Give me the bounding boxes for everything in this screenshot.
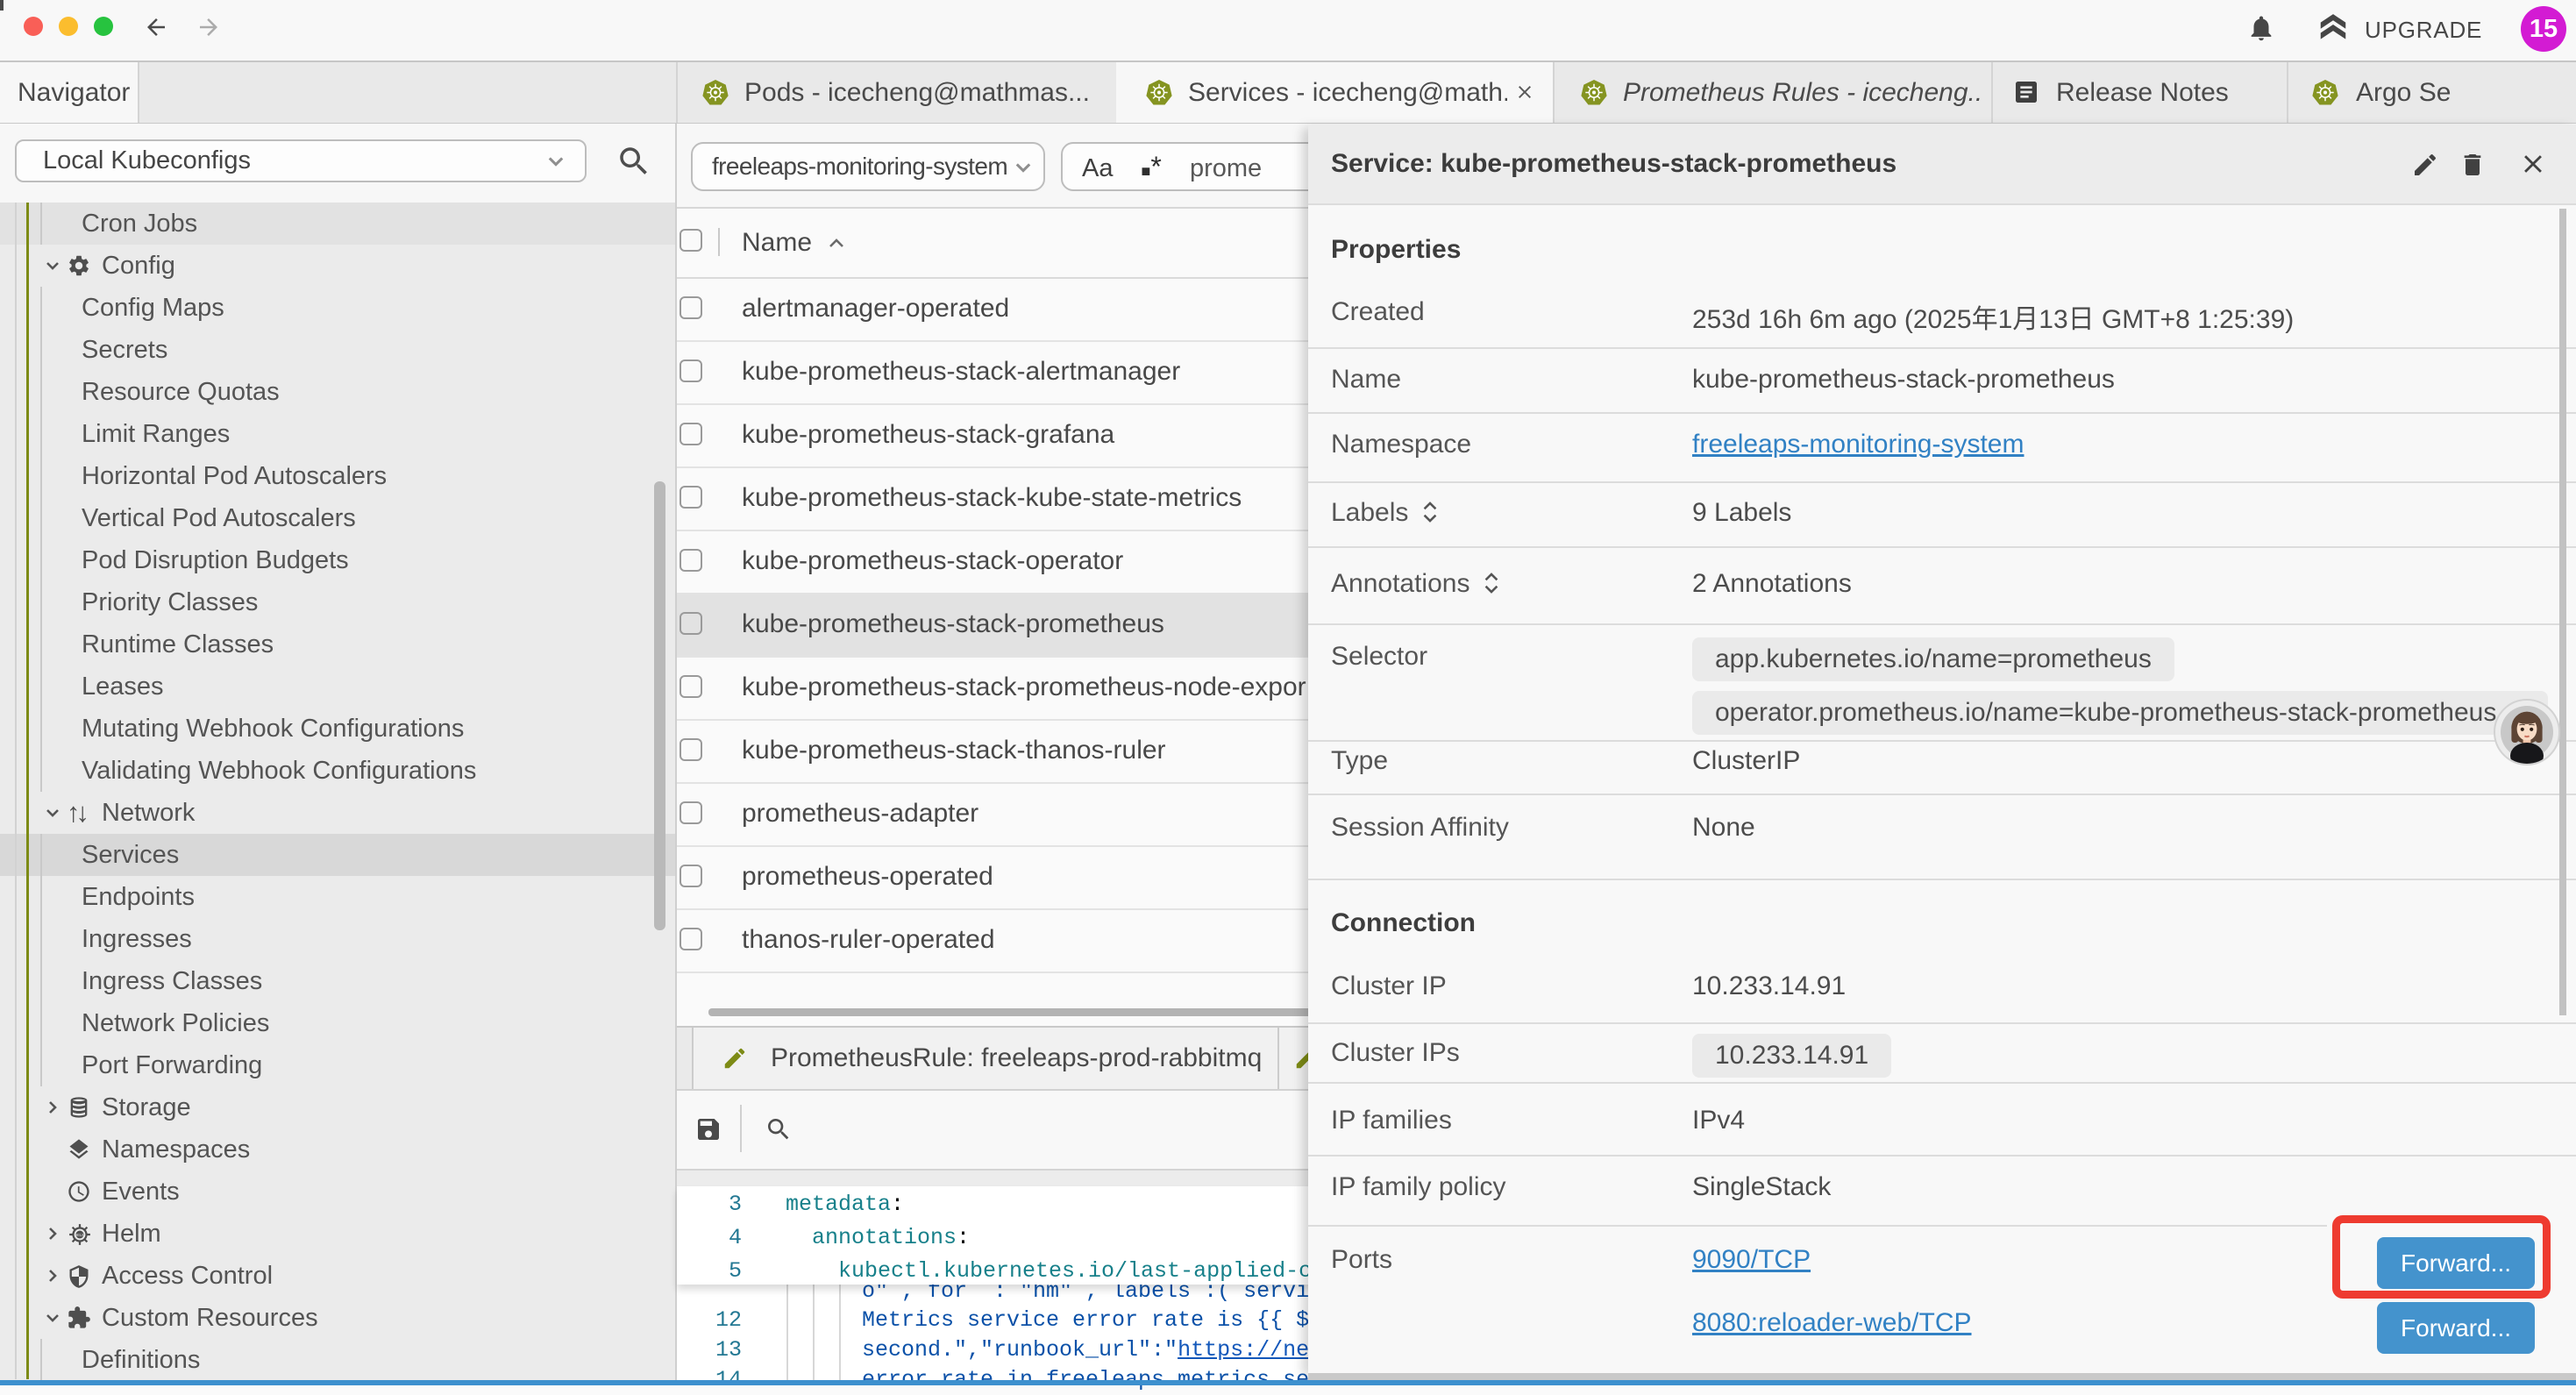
svg-text:HELM: HELM [75, 1233, 85, 1237]
